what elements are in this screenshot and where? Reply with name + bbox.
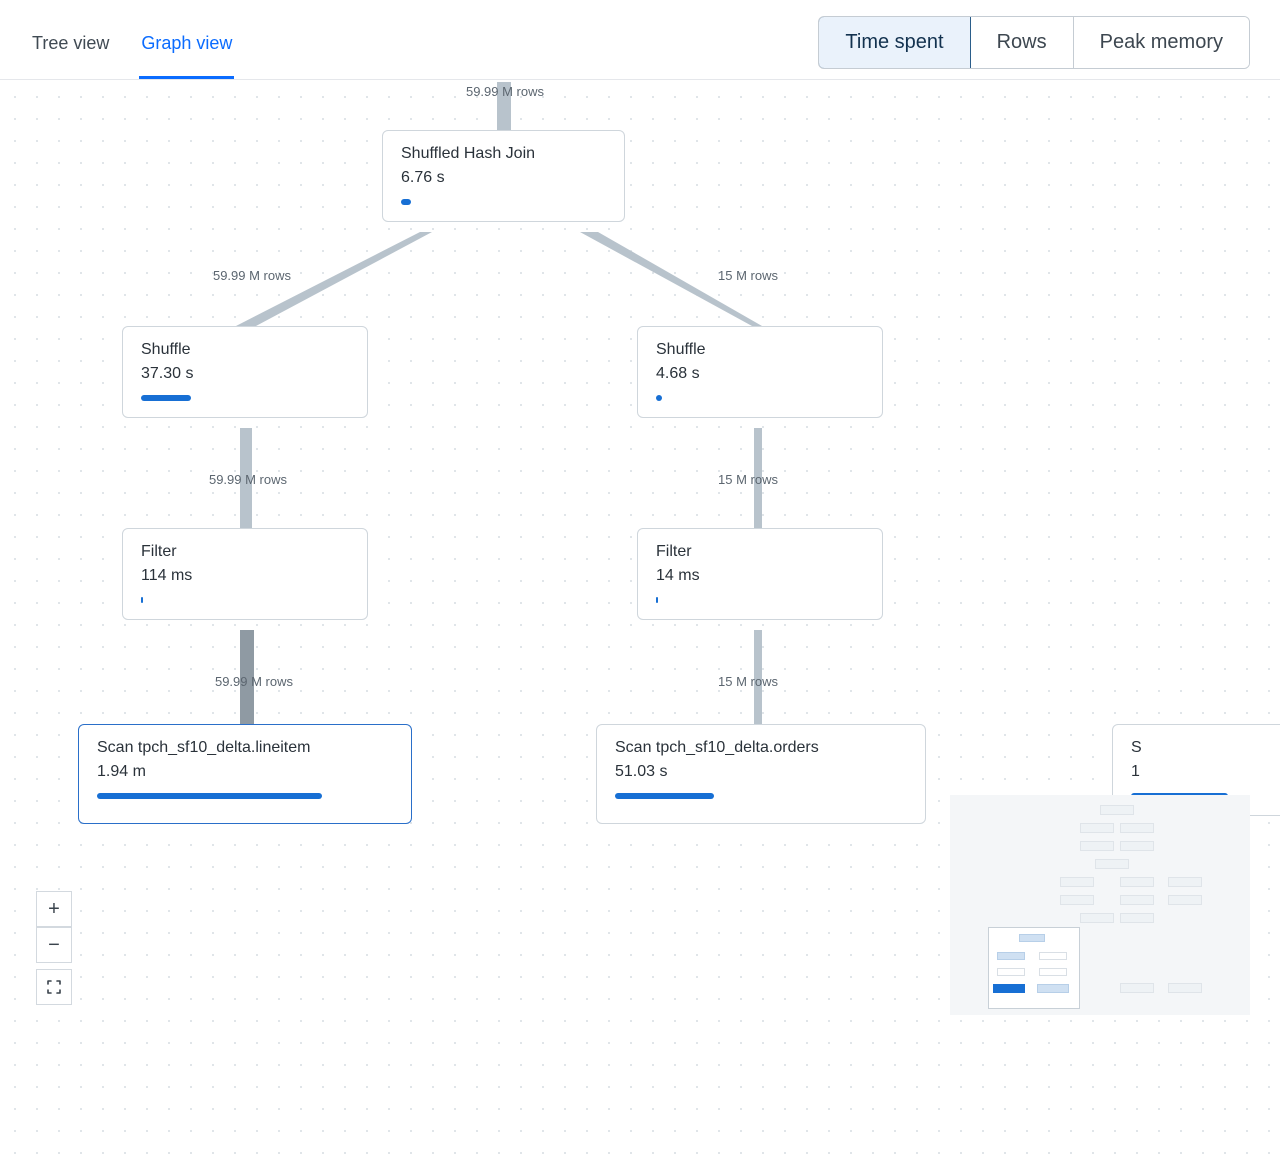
zoom-out-button[interactable]: −: [36, 927, 72, 963]
metric-bar: [141, 597, 349, 603]
minimap-node: [1080, 823, 1114, 833]
fit-to-screen-button[interactable]: [36, 969, 72, 1005]
topbar: Tree view Graph view Time spent Rows Pea…: [0, 0, 1280, 80]
node-metric: 37.30 s: [141, 365, 349, 383]
metric-bar: [656, 395, 864, 401]
metric-bar: [401, 199, 606, 205]
node-title: Shuffled Hash Join: [401, 145, 606, 163]
node-title: Filter: [656, 543, 864, 561]
metric-rows[interactable]: Rows: [970, 17, 1073, 68]
edge-label: 15 M rows: [718, 472, 778, 487]
node-title: Shuffle: [656, 341, 864, 359]
graph-canvas[interactable]: 59.99 M rows Shuffled Hash Join 6.76 s 5…: [0, 82, 1280, 1165]
metric-time-spent[interactable]: Time spent: [818, 16, 970, 69]
node-title: Scan tpch_sf10_delta.lineitem: [97, 739, 393, 757]
node-title: S: [1131, 739, 1280, 757]
metric-bar: [656, 597, 864, 603]
minimap[interactable]: [950, 795, 1250, 1015]
edge-label: 59.99 M rows: [466, 84, 544, 99]
minimap-node: [1060, 877, 1094, 887]
metric-bar: [97, 793, 393, 799]
node-metric: 6.76 s: [401, 169, 606, 187]
minimap-node: [1080, 913, 1114, 923]
minimap-node: [1120, 823, 1154, 833]
node-metric: 1: [1131, 763, 1280, 781]
metric-peak-memory[interactable]: Peak memory: [1073, 17, 1249, 68]
minimap-viewport[interactable]: [988, 927, 1080, 1009]
minimap-node: [1120, 877, 1154, 887]
node-shuffle-right[interactable]: Shuffle 4.68 s: [637, 326, 883, 418]
minimap-node: [1060, 895, 1094, 905]
minimap-node: [1100, 805, 1134, 815]
tab-tree-view[interactable]: Tree view: [30, 23, 111, 79]
edge-label: 15 M rows: [718, 268, 778, 283]
minimap-node: [1120, 983, 1154, 993]
zoom-in-button[interactable]: +: [36, 891, 72, 927]
edge-label: 15 M rows: [718, 674, 778, 689]
minimap-node: [1168, 983, 1202, 993]
node-shuffle-left[interactable]: Shuffle 37.30 s: [122, 326, 368, 418]
node-scan-lineitem[interactable]: Scan tpch_sf10_delta.lineitem 1.94 m: [78, 724, 412, 824]
metric-toggle: Time spent Rows Peak memory: [818, 16, 1250, 69]
node-metric: 51.03 s: [615, 763, 907, 781]
fullscreen-icon: [46, 979, 62, 995]
minimap-node: [1095, 859, 1129, 869]
minimap-node: [1120, 841, 1154, 851]
node-metric: 114 ms: [141, 567, 349, 585]
minimap-node: [1168, 895, 1202, 905]
view-tabs: Tree view Graph view: [30, 23, 234, 79]
node-title: Shuffle: [141, 341, 349, 359]
zoom-controls: + −: [36, 891, 72, 1005]
node-title: Scan tpch_sf10_delta.orders: [615, 739, 907, 757]
edge-label: 59.99 M rows: [209, 472, 287, 487]
node-shuffled-hash-join[interactable]: Shuffled Hash Join 6.76 s: [382, 130, 625, 222]
node-scan-orders[interactable]: Scan tpch_sf10_delta.orders 51.03 s: [596, 724, 926, 824]
minimap-node: [1120, 913, 1154, 923]
minimap-node: [1080, 841, 1114, 851]
tab-graph-view[interactable]: Graph view: [139, 23, 234, 79]
node-filter-right[interactable]: Filter 14 ms: [637, 528, 883, 620]
minimap-node: [1168, 877, 1202, 887]
edge-label: 59.99 M rows: [213, 268, 291, 283]
node-metric: 4.68 s: [656, 365, 864, 383]
metric-bar: [615, 793, 907, 799]
edge-label: 59.99 M rows: [215, 674, 293, 689]
node-filter-left[interactable]: Filter 114 ms: [122, 528, 368, 620]
node-metric: 14 ms: [656, 567, 864, 585]
metric-bar: [141, 395, 349, 401]
minimap-node: [1120, 895, 1154, 905]
node-metric: 1.94 m: [97, 763, 393, 781]
node-title: Filter: [141, 543, 349, 561]
